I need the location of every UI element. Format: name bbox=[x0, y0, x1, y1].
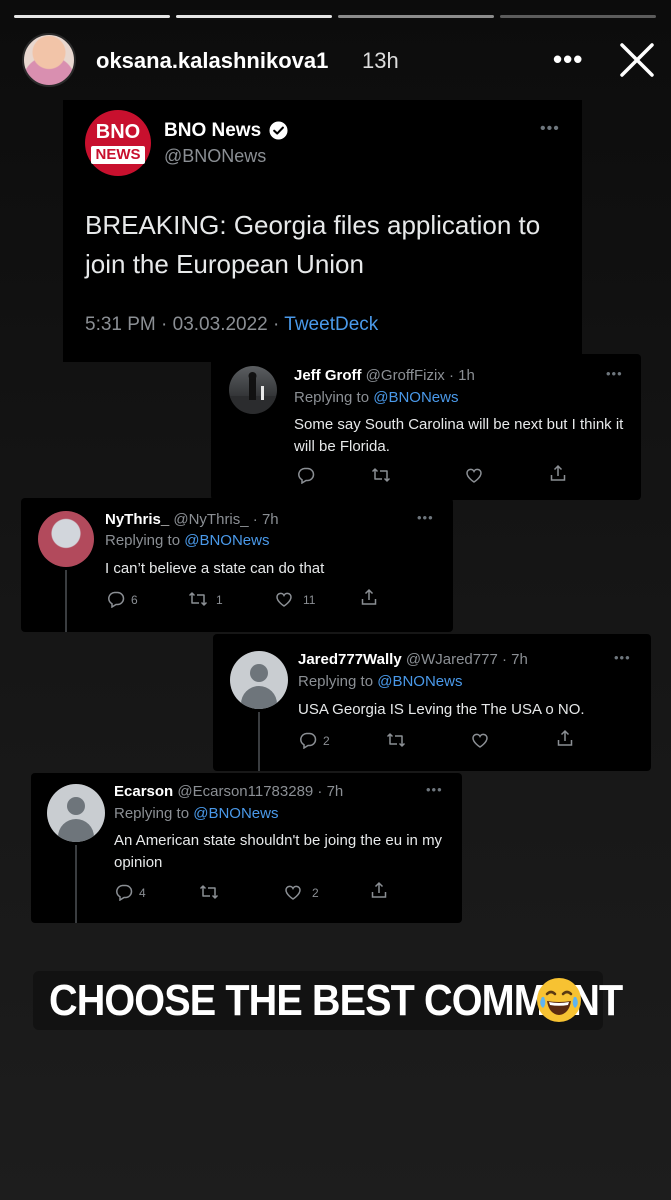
replying-to: Replying to @BNONews bbox=[294, 389, 458, 406]
retweet-icon bbox=[199, 885, 219, 899]
reply-more-icon[interactable]: ••• bbox=[614, 650, 631, 665]
reply-more-icon[interactable]: ••• bbox=[606, 366, 623, 381]
like-icon bbox=[276, 592, 292, 607]
reply-more-icon[interactable]: ••• bbox=[426, 782, 443, 797]
more-options-icon[interactable]: ••• bbox=[553, 44, 583, 75]
replying-to: Replying to @BNONews bbox=[298, 673, 462, 690]
tweet-source-link[interactable]: TweetDeck bbox=[284, 314, 378, 335]
tweet-timestamp: 5:31 PM · 03.03.2022 · bbox=[85, 314, 285, 335]
reply-handle: @GroffFizix · 1h bbox=[365, 367, 475, 384]
reply-name: Jeff Groff bbox=[294, 367, 362, 384]
story-time: 13h bbox=[362, 48, 399, 73]
tweet-author-name: BNO News bbox=[164, 120, 262, 141]
story-progress-3 bbox=[338, 15, 494, 18]
share-icon bbox=[361, 588, 377, 605]
reply-text: I can’t believe a state can do that bbox=[105, 560, 325, 577]
avatar-head bbox=[250, 664, 268, 682]
reply-icon bbox=[116, 884, 133, 901]
share-icon bbox=[371, 881, 387, 898]
retweet-icon bbox=[386, 733, 406, 747]
replying-to: Replying to @BNONews bbox=[114, 805, 278, 822]
reply-author: NyThris_ @NyThris_ · 7h bbox=[105, 511, 279, 528]
reply-author: Ecarson @Ecarson11783289 · 7h bbox=[114, 783, 343, 800]
reply-icon bbox=[298, 467, 315, 484]
logo-text-news: NEWS bbox=[91, 146, 145, 164]
replying-prefix: Replying to bbox=[294, 389, 374, 406]
like-count: 11 bbox=[303, 593, 316, 607]
reply-text: Some say South Carolina will be next but… bbox=[294, 416, 624, 455]
like-icon bbox=[466, 468, 482, 483]
like-icon bbox=[472, 733, 488, 748]
story-progress-4 bbox=[500, 15, 656, 18]
avatar-body bbox=[58, 819, 94, 842]
retweet-icon bbox=[188, 592, 208, 606]
reply-card-2: NyThris_ @NyThris_ · 7h ••• Replying to … bbox=[21, 498, 453, 632]
tweet-more-icon[interactable]: ••• bbox=[540, 120, 560, 138]
reply-name: Ecarson bbox=[114, 783, 174, 800]
reply-avatar[interactable] bbox=[229, 366, 277, 414]
reply-avatar[interactable] bbox=[47, 784, 105, 842]
reply-count: 2 bbox=[323, 734, 330, 748]
retweet-count: 1 bbox=[216, 593, 223, 607]
logo-text-bno: BNO bbox=[95, 121, 141, 143]
thread-line bbox=[258, 712, 260, 771]
reply-name: NyThris_ bbox=[105, 511, 170, 528]
reply-count: 4 bbox=[139, 886, 146, 900]
avatar-body bbox=[241, 686, 277, 709]
reply-author: Jared777Wally @WJared777 · 7h bbox=[298, 651, 528, 668]
reply-avatar[interactable] bbox=[38, 511, 94, 567]
mention-link[interactable]: @BNONews bbox=[373, 389, 458, 406]
tweet-text: BREAKING: Georgia files application to j… bbox=[85, 210, 541, 279]
reply-author: Jeff Groff @GroffFizix · 1h bbox=[294, 367, 475, 384]
story-caption: CHOOSE THE BEST COMMENT bbox=[33, 971, 623, 1030]
like-icon bbox=[285, 885, 301, 900]
share-icon bbox=[557, 729, 573, 746]
reply-text: An American state shouldn't be joing the… bbox=[114, 832, 443, 871]
reply-text: USA Georgia IS Leving the The USA o NO. bbox=[298, 701, 585, 718]
laughing-emoji-icon bbox=[537, 978, 581, 1022]
story-username[interactable]: oksana.kalashnikova1 bbox=[96, 48, 328, 74]
reply-avatar[interactable] bbox=[230, 651, 288, 709]
reply-handle: @WJared777 · 7h bbox=[405, 651, 528, 668]
thread-line bbox=[75, 845, 77, 923]
reply-more-icon[interactable]: ••• bbox=[417, 510, 434, 525]
story-progress-2 bbox=[176, 15, 332, 18]
mention-link[interactable]: @BNONews bbox=[184, 532, 269, 549]
replying-prefix: Replying to bbox=[114, 805, 194, 822]
profile-avatar[interactable] bbox=[22, 33, 76, 87]
reply-card-4: Ecarson @Ecarson11783289 · 7h ••• Replyi… bbox=[31, 773, 462, 923]
close-icon[interactable] bbox=[617, 40, 657, 80]
like-count: 2 bbox=[312, 886, 319, 900]
story-progress-1 bbox=[14, 15, 170, 18]
thread-line bbox=[65, 570, 67, 632]
bno-news-logo: BNO NEWS bbox=[85, 110, 151, 176]
tweet-meta: 5:31 PM · 03.03.2022 · TweetDeck bbox=[85, 314, 378, 336]
replying-to: Replying to @BNONews bbox=[105, 532, 269, 549]
replying-prefix: Replying to bbox=[105, 532, 185, 549]
mention-link[interactable]: @BNONews bbox=[193, 805, 278, 822]
reply-handle: @Ecarson11783289 · 7h bbox=[177, 783, 344, 800]
reply-icon bbox=[108, 591, 125, 608]
reply-handle: @NyThris_ · 7h bbox=[173, 511, 279, 528]
reply-count: 6 bbox=[131, 593, 138, 607]
avatar-head bbox=[67, 797, 85, 815]
replying-prefix: Replying to bbox=[298, 673, 378, 690]
reply-card-3: Jared777Wally @WJared777 · 7h ••• Replyi… bbox=[213, 634, 651, 771]
retweet-icon bbox=[371, 468, 391, 482]
share-icon bbox=[550, 464, 566, 481]
main-tweet-card: BNO NEWS BNO News @BNONews ••• BREAKING:… bbox=[63, 100, 582, 362]
verified-badge-icon bbox=[269, 121, 288, 140]
tweet-author-handle: @BNONews bbox=[164, 146, 267, 166]
reply-card-1: Jeff Groff @GroffFizix · 1h ••• Replying… bbox=[211, 354, 641, 500]
mention-link[interactable]: @BNONews bbox=[377, 673, 462, 690]
reply-icon bbox=[300, 732, 317, 749]
reply-name: Jared777Wally bbox=[298, 651, 402, 668]
